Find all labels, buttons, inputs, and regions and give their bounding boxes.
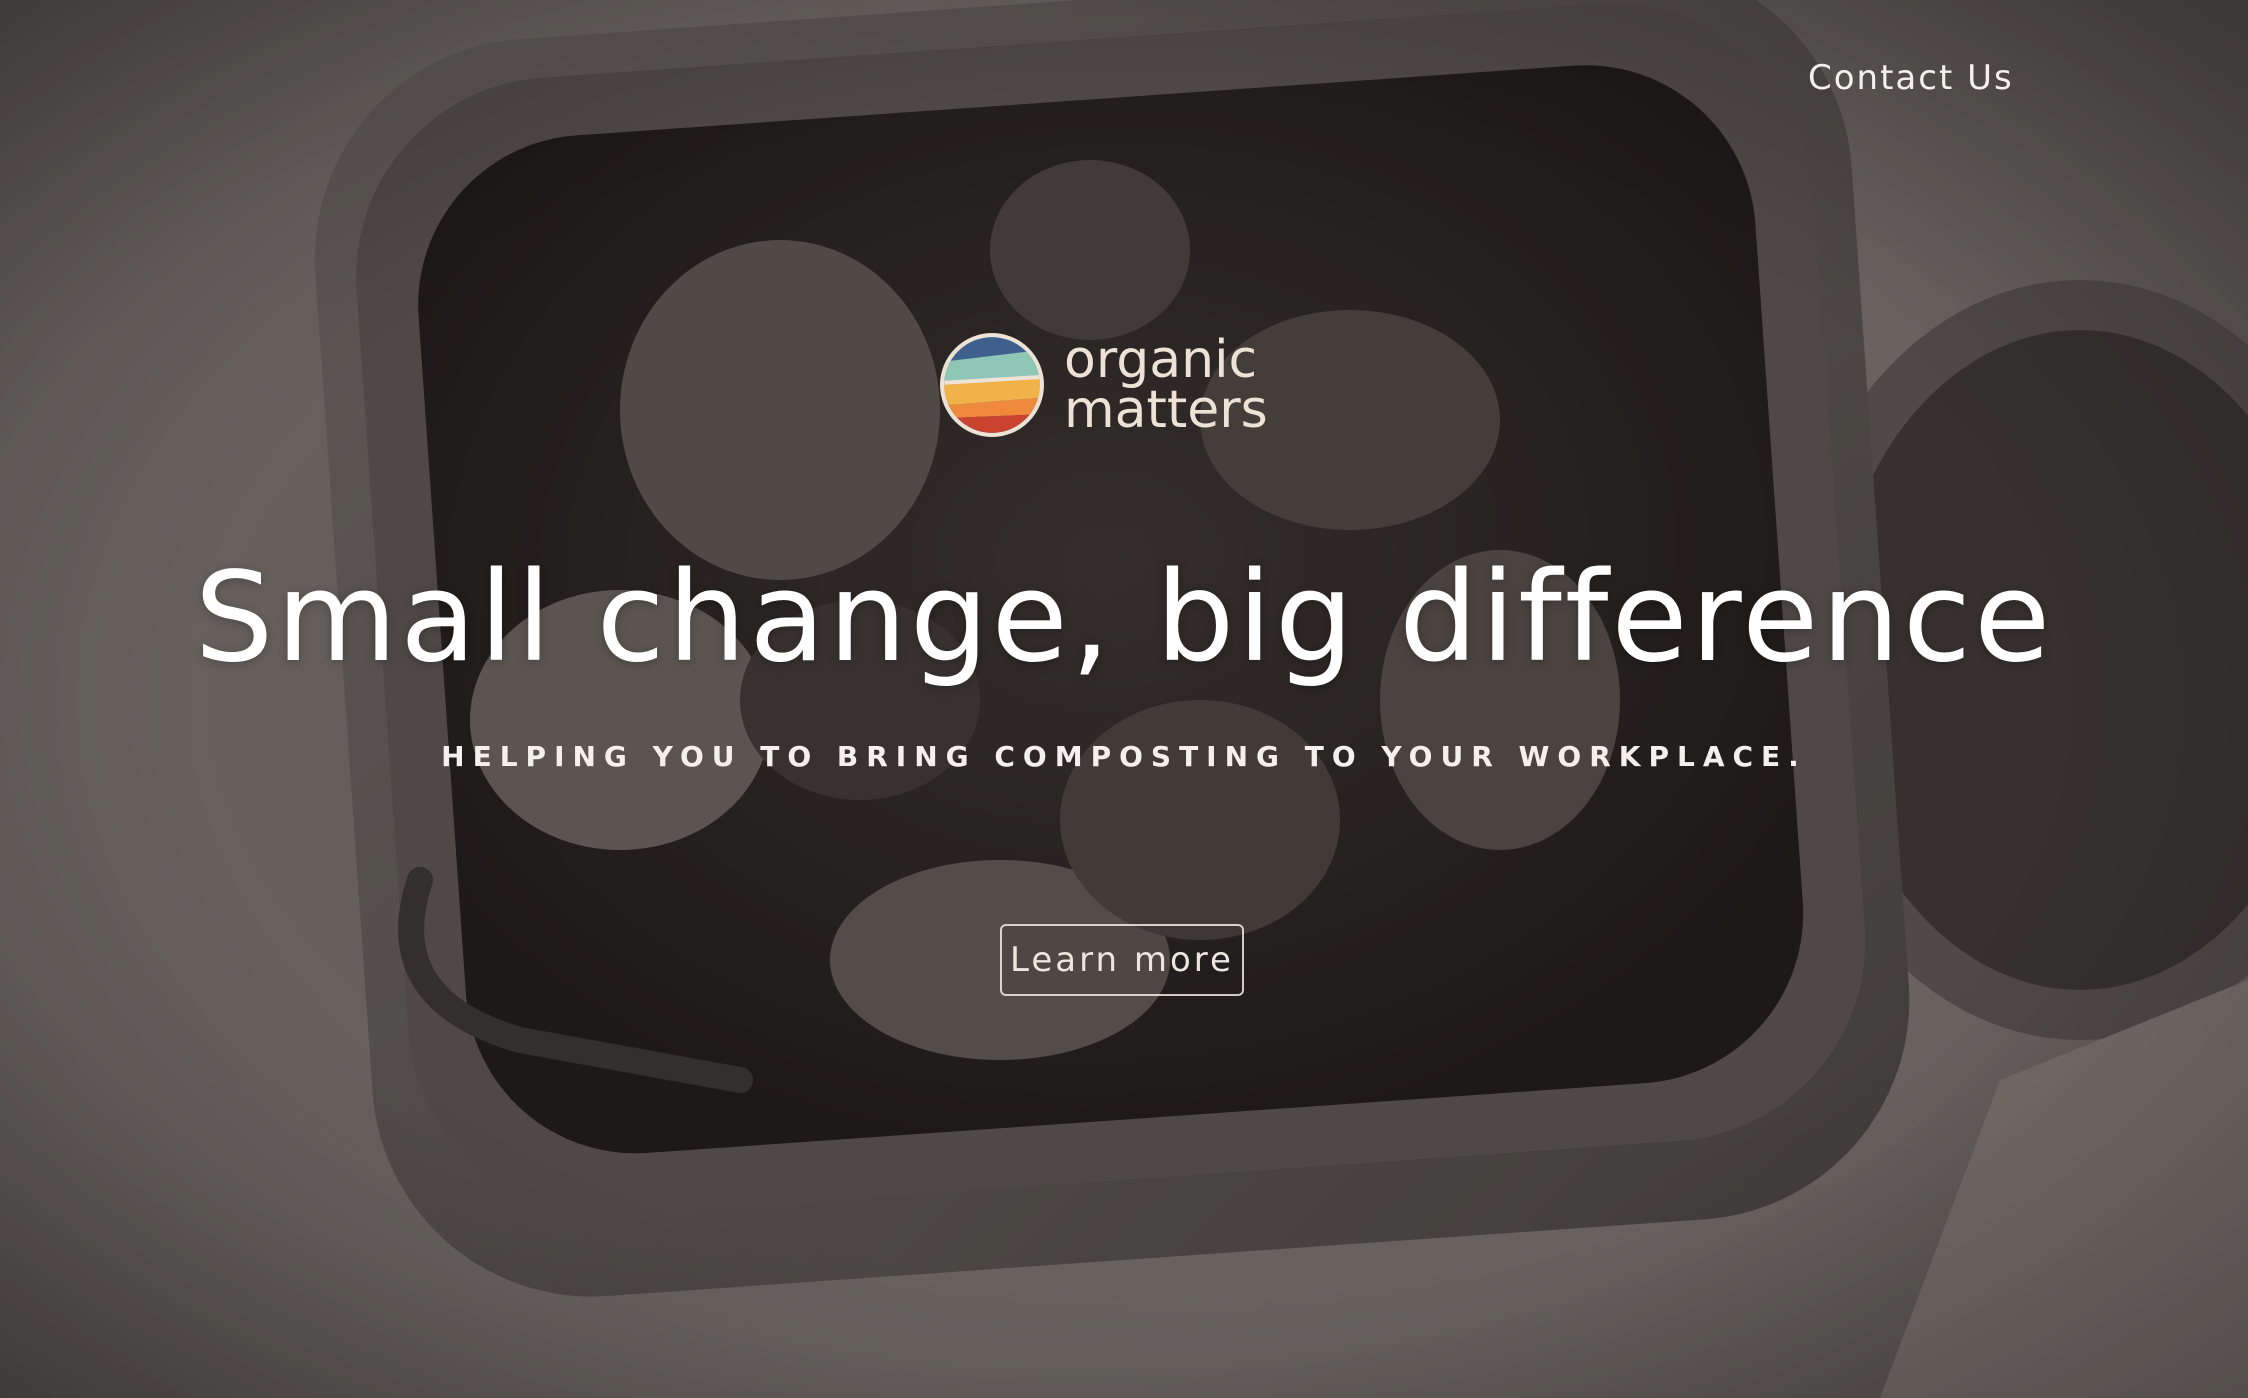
brand-wordmark: organic matters (1064, 330, 1268, 440)
brand-line-1: organic (1064, 330, 1258, 390)
brand-logo[interactable]: organic matters (940, 330, 1320, 440)
learn-more-button[interactable]: Learn more (1000, 924, 1244, 996)
hero-headline: Small change, big difference (194, 546, 2054, 690)
organic-matters-logo-icon (940, 333, 1044, 437)
hero-section: Contact Us organic matters Small change,… (0, 0, 2248, 1398)
nav-contact-us-link[interactable]: Contact Us (1808, 58, 2014, 98)
hero-subheadline: HELPING YOU TO BRING COMPOSTING TO YOUR … (441, 740, 1807, 773)
brand-line-2: matters (1064, 380, 1268, 440)
hero-background-image (0, 0, 2248, 1398)
